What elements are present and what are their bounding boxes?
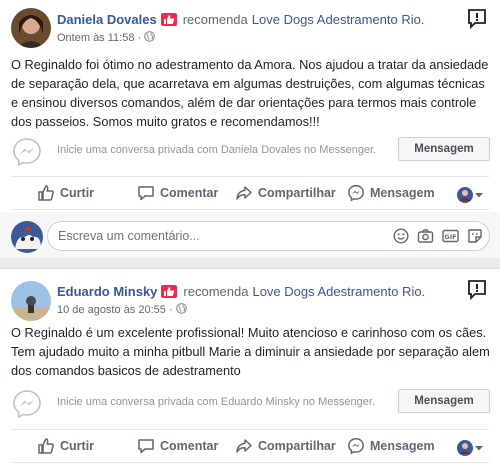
messenger-icon <box>11 136 43 173</box>
message-label: Mensagem <box>370 439 435 453</box>
report-icon[interactable] <box>466 8 488 30</box>
gif-icon[interactable]: GIF <box>442 228 459 244</box>
like-button[interactable]: Curtir <box>37 430 94 462</box>
messenger-prompt-text: Inicie uma conversa privada com Eduardo … <box>57 396 375 408</box>
share-button[interactable]: Compartilhar <box>235 177 336 209</box>
messenger-prompt-text: Inicie uma conversa privada com Daniela … <box>57 144 377 156</box>
avatar <box>457 187 473 203</box>
reaction-selector[interactable] <box>457 187 485 203</box>
messenger-prompt: Inicie uma conversa privada com Eduardo … <box>0 386 500 422</box>
message-label: Mensagem <box>370 186 435 200</box>
send-message-button[interactable]: Mensagem <box>347 177 435 209</box>
post-timestamp[interactable]: Ontem às 11:58 <box>57 32 134 44</box>
avatar[interactable] <box>11 8 51 48</box>
messenger-icon <box>348 185 364 202</box>
emoji-icon[interactable] <box>393 228 409 244</box>
comment-icon <box>138 439 154 454</box>
message-button[interactable]: Mensagem <box>398 389 490 413</box>
separator-dot: · <box>168 304 173 316</box>
comment-button[interactable]: Comentar <box>137 430 218 462</box>
share-label: Compartilhar <box>258 186 336 200</box>
globe-icon <box>144 31 155 45</box>
separator-dot: · <box>137 32 142 44</box>
post-body: O Reginaldo foi ótimo no adestramento da… <box>11 57 489 129</box>
author-name[interactable]: Daniela Dovales <box>57 12 157 27</box>
comment-label: Comentar <box>160 439 219 453</box>
like-button[interactable]: Curtir <box>37 177 94 209</box>
page-link[interactable]: Love Dogs Adestramento Rio. <box>252 284 425 299</box>
recommend-icon <box>161 285 178 298</box>
action-bar: Curtir Comentar Compartilhar Mensagem <box>11 429 489 463</box>
page-link[interactable]: Love Dogs Adestramento Rio. <box>252 12 425 27</box>
recommends-text: recomenda <box>182 12 248 27</box>
chevron-down-icon <box>475 446 483 451</box>
comment-composer: GIF <box>0 212 500 258</box>
svg-text:GIF: GIF <box>444 233 456 241</box>
message-button[interactable]: Mensagem <box>398 137 490 161</box>
avatar[interactable] <box>11 281 51 321</box>
like-label: Curtir <box>60 439 95 453</box>
messenger-prompt: Inicie uma conversa privada com Daniela … <box>0 134 500 170</box>
chevron-down-icon <box>475 193 483 198</box>
thumbs-up-icon <box>38 438 54 454</box>
share-icon <box>236 439 252 453</box>
messenger-icon <box>348 438 364 455</box>
thumbs-up-icon <box>38 185 54 201</box>
sticker-icon[interactable] <box>467 228 483 244</box>
recommends-text: recomenda <box>183 284 249 299</box>
author-name[interactable]: Eduardo Minsky <box>57 284 157 299</box>
recommend-icon <box>160 13 177 26</box>
share-icon <box>236 186 252 200</box>
messenger-icon <box>11 388 43 425</box>
share-label: Compartilhar <box>258 439 336 453</box>
reaction-selector[interactable] <box>457 440 485 456</box>
send-message-button[interactable]: Mensagem <box>347 430 435 462</box>
share-button[interactable]: Compartilhar <box>235 430 336 462</box>
action-bar: Curtir Comentar Compartilhar Mensagem <box>11 176 489 210</box>
like-label: Curtir <box>60 186 95 200</box>
globe-icon <box>175 303 187 317</box>
review-post: Eduardo Minsky recomenda Love Dogs Adest… <box>0 268 500 474</box>
post-timestamp[interactable]: 10 de agosto às 20:55 <box>57 304 166 316</box>
avatar <box>11 221 43 253</box>
comment-button[interactable]: Comentar <box>137 177 218 209</box>
avatar <box>457 440 473 456</box>
camera-icon[interactable] <box>417 228 434 244</box>
post-body: O Reginaldo é um excelente profissional!… <box>11 325 490 378</box>
comment-icon <box>138 186 154 201</box>
comment-label: Comentar <box>160 186 219 200</box>
review-post: Daniela Dovales recomenda Love Dogs Ades… <box>0 0 500 258</box>
report-icon[interactable] <box>466 279 488 301</box>
